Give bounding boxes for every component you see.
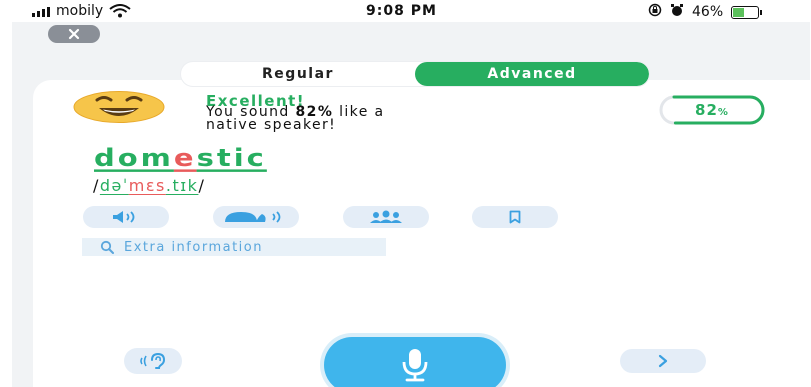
community-button[interactable] [343,206,429,228]
ipa-slash: / [93,176,100,195]
smiling-face-emoji-icon [73,91,165,123]
battery-percent: 46% [692,4,724,20]
ipa-slash: / [198,176,206,195]
snail-icon [225,211,281,223]
practice-word: domestic [94,144,267,172]
bookmark-button[interactable] [472,206,558,228]
extra-information-label: Extra information [124,239,263,255]
status-time: 9:08 PM [366,3,437,19]
tab-advanced[interactable]: Advanced [415,62,649,86]
microphone-icon [402,349,428,382]
chevron-right-icon [658,354,668,368]
record-button[interactable] [324,337,506,387]
score-badge: 82% [659,95,765,125]
ipa-segment: .tɪk [165,176,199,195]
search-icon [100,240,114,254]
status-bar: mobily 9:08 PM 46% [0,0,811,22]
feedback-suffix: like a [333,104,385,120]
score-value: 82 [695,101,718,119]
score-unit: % [717,107,729,118]
slow-playback-button[interactable] [213,206,299,228]
alarm-icon [670,3,684,21]
carrier-name: mobily [56,3,104,19]
ear-icon [140,353,166,369]
close-icon [68,28,80,40]
ipa-segment: mɛs [128,176,166,195]
extra-information-link[interactable]: Extra information [82,238,386,256]
word-segment: e [173,144,197,172]
close-button[interactable] [48,25,100,43]
ipa-segment: dəˈ [99,176,129,195]
tab-regular[interactable]: Regular [181,62,415,86]
screen-lock-icon [648,3,662,21]
wifi-icon [109,4,131,18]
screen: mobily 9:08 PM 46% Regular Advanced Exce… [0,0,811,387]
listen-recording-button[interactable] [124,348,182,374]
speaker-icon [113,211,135,223]
bookmark-icon [509,210,521,224]
status-right: 46% [648,3,763,21]
next-button[interactable] [620,349,706,373]
people-icon [370,210,402,223]
signal-icon [32,5,50,17]
feedback-line-2: native speaker! [206,117,337,133]
word-segment: stic [196,144,267,172]
status-left: mobily [32,3,131,19]
listen-button[interactable] [83,206,169,228]
mode-toggle: Regular Advanced [181,62,649,86]
word-segment: dom [94,144,174,172]
battery-icon [731,5,763,19]
phonetic-transcription: /dəˈmɛs.tɪk/ [93,176,205,195]
